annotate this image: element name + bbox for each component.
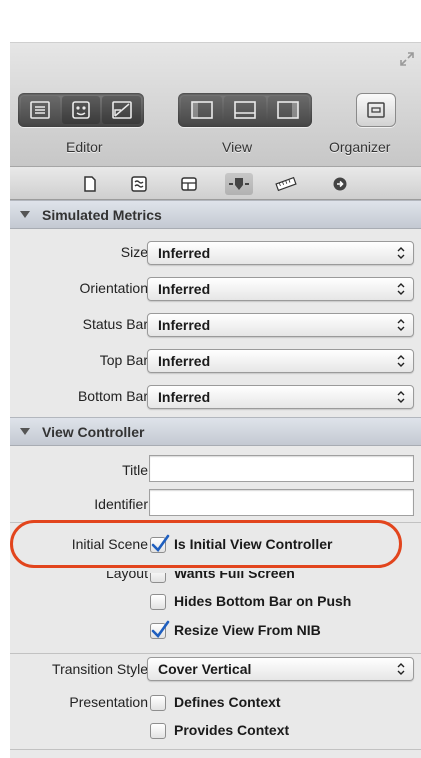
organizer-icon (367, 102, 385, 118)
fullscreen-icon[interactable] (399, 51, 415, 67)
resize-view-checkbox[interactable] (150, 620, 170, 639)
connections-icon[interactable] (329, 173, 351, 195)
simulated-metrics-header[interactable]: Simulated Metrics (10, 200, 421, 229)
standard-editor-icon (30, 101, 51, 119)
organizer-label: Organizer (329, 139, 391, 155)
right-panel-icon (277, 101, 300, 119)
utilities-toggle-button[interactable] (267, 96, 309, 124)
quick-help-icon[interactable] (128, 173, 150, 195)
top-bar-value: Inferred (158, 353, 211, 369)
status-bar-value: Inferred (158, 317, 211, 333)
resize-view-label: Resize View From NIB (174, 622, 321, 638)
presentation-label: Presentation (69, 694, 148, 710)
left-panel-icon (190, 101, 213, 119)
editor-label: Editor (66, 139, 103, 155)
organizer-button[interactable] (356, 93, 396, 127)
checkmark-icon (151, 620, 170, 639)
status-bar-popup[interactable]: Inferred (147, 313, 414, 337)
section-divider (10, 749, 421, 750)
provides-context-checkbox[interactable] (150, 723, 166, 739)
hides-bottom-bar-checkbox[interactable] (150, 594, 166, 610)
identifier-field[interactable] (149, 489, 414, 516)
window-toolbar: Editor View Organizer (10, 42, 421, 166)
title-label: Title (122, 462, 148, 478)
top-blank-area (0, 0, 421, 42)
popup-arrows-icon (397, 355, 405, 367)
disclosure-triangle-icon (20, 428, 30, 435)
initial-scene-highlight (10, 520, 402, 568)
popup-arrows-icon (397, 663, 405, 675)
section-title: Simulated Metrics (42, 206, 162, 223)
editor-segmented-control (18, 93, 144, 127)
assistant-editor-icon (72, 101, 90, 119)
version-editor-button[interactable] (102, 96, 142, 124)
size-value: Inferred (158, 245, 211, 261)
popup-arrows-icon (397, 283, 405, 295)
identity-icon[interactable] (178, 173, 200, 195)
bottom-panel-icon (234, 101, 256, 119)
hides-bottom-bar-label: Hides Bottom Bar on Push (174, 593, 352, 609)
navigator-toggle-button[interactable] (181, 96, 223, 124)
transition-style-value: Cover Vertical (158, 661, 252, 677)
view-label: View (222, 139, 253, 155)
assistant-editor-button[interactable] (61, 96, 101, 124)
section-divider (10, 653, 421, 654)
bottom-bar-value: Inferred (158, 389, 211, 405)
version-editor-icon (111, 101, 132, 119)
wants-full-screen-checkbox[interactable] (150, 573, 166, 583)
transition-style-popup[interactable]: Cover Vertical (147, 657, 414, 681)
size-popup[interactable]: Inferred (147, 241, 414, 265)
bottom-bar-label: Bottom Bar (77, 388, 148, 404)
popup-arrows-icon (397, 319, 405, 331)
top-bar-popup[interactable]: Inferred (147, 349, 414, 373)
inspector-tab-bar (10, 166, 421, 200)
identifier-label: Identifier (94, 496, 148, 512)
transition-style-label: Transition Style (52, 661, 148, 677)
defines-context-checkbox[interactable] (150, 695, 166, 711)
size-icon[interactable] (275, 173, 297, 195)
view-controller-header[interactable]: View Controller (10, 417, 421, 446)
title-field[interactable] (149, 455, 414, 482)
defines-context-label: Defines Context (174, 694, 281, 710)
view-segmented-control (178, 93, 312, 127)
attributes-inspector-panel: Simulated Metrics Size Inferred Orientat… (10, 200, 421, 758)
section-title: View Controller (42, 423, 145, 440)
disclosure-triangle-icon (20, 211, 30, 218)
popup-arrows-icon (397, 247, 405, 259)
popup-arrows-icon (397, 391, 405, 403)
debug-area-toggle-button[interactable] (224, 96, 266, 124)
orientation-popup[interactable]: Inferred (147, 277, 414, 301)
standard-editor-button[interactable] (21, 96, 60, 124)
bottom-bar-popup[interactable]: Inferred (147, 385, 414, 409)
size-label: Size (120, 244, 148, 260)
orientation-value: Inferred (158, 281, 211, 297)
provides-context-label: Provides Context (174, 722, 290, 738)
attributes-icon[interactable] (225, 173, 253, 195)
file-icon[interactable] (79, 173, 101, 195)
status-bar-label: Status Bar (82, 316, 148, 332)
orientation-label: Orientation (79, 280, 148, 296)
top-bar-label: Top Bar (99, 352, 148, 368)
